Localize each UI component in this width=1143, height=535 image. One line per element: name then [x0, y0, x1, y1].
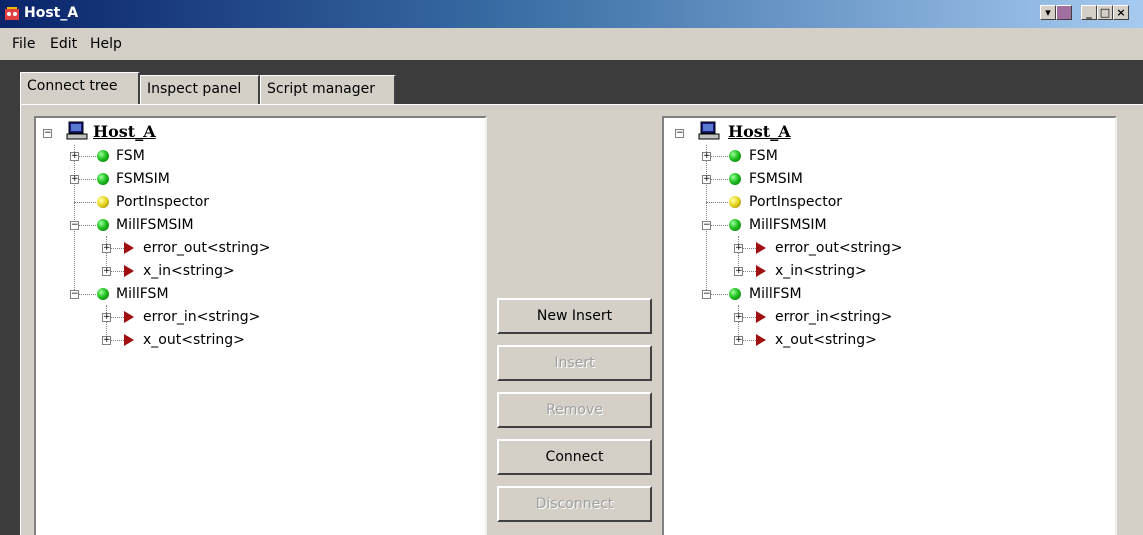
menu-help[interactable]: Help — [90, 36, 122, 52]
port-input-arrow-icon — [124, 311, 134, 323]
tree-node-fsmsim[interactable]: FSMSIM — [749, 168, 803, 190]
tree-node-millfsmsim[interactable]: MillFSMSIM — [116, 214, 194, 236]
app-icon[interactable] — [4, 6, 20, 22]
new-insert-button[interactable]: New Insert — [497, 298, 652, 334]
tree-port-x-in[interactable]: x_in<string> — [775, 260, 867, 282]
right-tree: − Host_A + FSM + FSMSIM PortInspector − … — [664, 118, 1115, 535]
expand-icon[interactable]: + — [70, 175, 79, 184]
tree-port-error-in[interactable]: error_in<string> — [143, 306, 260, 328]
collapse-icon[interactable]: − — [70, 221, 79, 230]
minimize-button[interactable]: _ — [1081, 5, 1097, 20]
connect-button[interactable]: Connect — [497, 439, 652, 475]
expand-icon[interactable]: + — [102, 313, 111, 322]
port-input-arrow-icon — [124, 265, 134, 277]
port-output-arrow-icon — [756, 242, 766, 254]
tree-node-fsm[interactable]: FSM — [116, 145, 145, 167]
expand-icon[interactable]: + — [734, 244, 743, 253]
tab-connect-tree[interactable]: Connect tree — [20, 72, 140, 104]
tree-node-millfsm[interactable]: MillFSM — [116, 283, 169, 305]
tree-root-label[interactable]: Host_A — [728, 121, 791, 143]
status-green-icon — [729, 219, 741, 231]
status-green-icon — [97, 219, 109, 231]
tree-line — [74, 202, 98, 203]
tree-line — [74, 145, 75, 290]
disconnect-button[interactable]: Disconnect — [497, 486, 652, 522]
collapse-icon[interactable]: − — [43, 129, 52, 138]
computer-icon — [698, 121, 720, 140]
collapse-icon[interactable]: − — [70, 290, 79, 299]
collapse-icon[interactable]: − — [702, 290, 711, 299]
tree-node-fsmsim[interactable]: FSMSIM — [116, 168, 170, 190]
status-green-icon — [729, 288, 741, 300]
status-yellow-icon — [729, 196, 741, 208]
tree-root-label[interactable]: Host_A — [93, 121, 156, 143]
tree-line — [706, 202, 730, 203]
expand-icon[interactable]: + — [102, 267, 111, 276]
tree-port-error-out[interactable]: error_out<string> — [775, 237, 902, 259]
expand-icon[interactable]: + — [102, 244, 111, 253]
port-output-arrow-icon — [756, 334, 766, 346]
maximize-button[interactable]: □ — [1097, 5, 1113, 20]
collapse-icon[interactable]: − — [702, 221, 711, 230]
java-icon[interactable] — [1056, 5, 1072, 20]
collapse-icon[interactable]: − — [675, 129, 684, 138]
tree-node-millfsmsim[interactable]: MillFSMSIM — [749, 214, 827, 236]
status-green-icon — [729, 150, 741, 162]
tab-inspect-panel[interactable]: Inspect panel — [140, 75, 260, 104]
title-bar: Host_A ▾ _ □ × — [0, 0, 1143, 28]
left-tree-panel[interactable]: − Host_A + FSM + FSMSIM PortInspector − … — [34, 116, 487, 535]
remove-button[interactable]: Remove — [497, 392, 652, 428]
tree-node-portinspector[interactable]: PortInspector — [749, 191, 842, 213]
port-output-arrow-icon — [124, 334, 134, 346]
restore-down-icon[interactable]: ▾ — [1040, 5, 1056, 20]
expand-icon[interactable]: + — [734, 267, 743, 276]
port-input-arrow-icon — [756, 265, 766, 277]
tree-port-x-out[interactable]: x_out<string> — [143, 329, 245, 351]
tree-port-x-in[interactable]: x_in<string> — [143, 260, 235, 282]
computer-icon — [66, 121, 88, 140]
insert-button[interactable]: Insert — [497, 345, 652, 381]
tree-node-fsm[interactable]: FSM — [749, 145, 778, 167]
expand-icon[interactable]: + — [734, 313, 743, 322]
close-button[interactable]: × — [1113, 5, 1129, 20]
left-tree: − Host_A + FSM + FSMSIM PortInspector − … — [36, 118, 485, 535]
tab-script-manager[interactable]: Script manager — [260, 75, 396, 104]
tree-port-x-out[interactable]: x_out<string> — [775, 329, 877, 351]
status-green-icon — [97, 150, 109, 162]
menu-edit[interactable]: Edit — [50, 36, 77, 52]
right-tree-panel[interactable]: − Host_A + FSM + FSMSIM PortInspector − … — [662, 116, 1117, 535]
expand-icon[interactable]: + — [702, 175, 711, 184]
status-green-icon — [97, 288, 109, 300]
tree-port-error-out[interactable]: error_out<string> — [143, 237, 270, 259]
status-green-icon — [729, 173, 741, 185]
expand-icon[interactable]: + — [70, 152, 79, 161]
menu-file[interactable]: File — [12, 36, 35, 52]
expand-icon[interactable]: + — [734, 336, 743, 345]
expand-icon[interactable]: + — [102, 336, 111, 345]
menu-bar: File Edit Help — [0, 28, 1143, 60]
tree-port-error-in[interactable]: error_in<string> — [775, 306, 892, 328]
status-yellow-icon — [97, 196, 109, 208]
status-green-icon — [97, 173, 109, 185]
tree-node-millfsm[interactable]: MillFSM — [749, 283, 802, 305]
port-output-arrow-icon — [124, 242, 134, 254]
tree-node-portinspector[interactable]: PortInspector — [116, 191, 209, 213]
window-title: Host_A — [24, 5, 79, 21]
port-input-arrow-icon — [756, 311, 766, 323]
tree-line — [706, 145, 707, 290]
expand-icon[interactable]: + — [702, 152, 711, 161]
